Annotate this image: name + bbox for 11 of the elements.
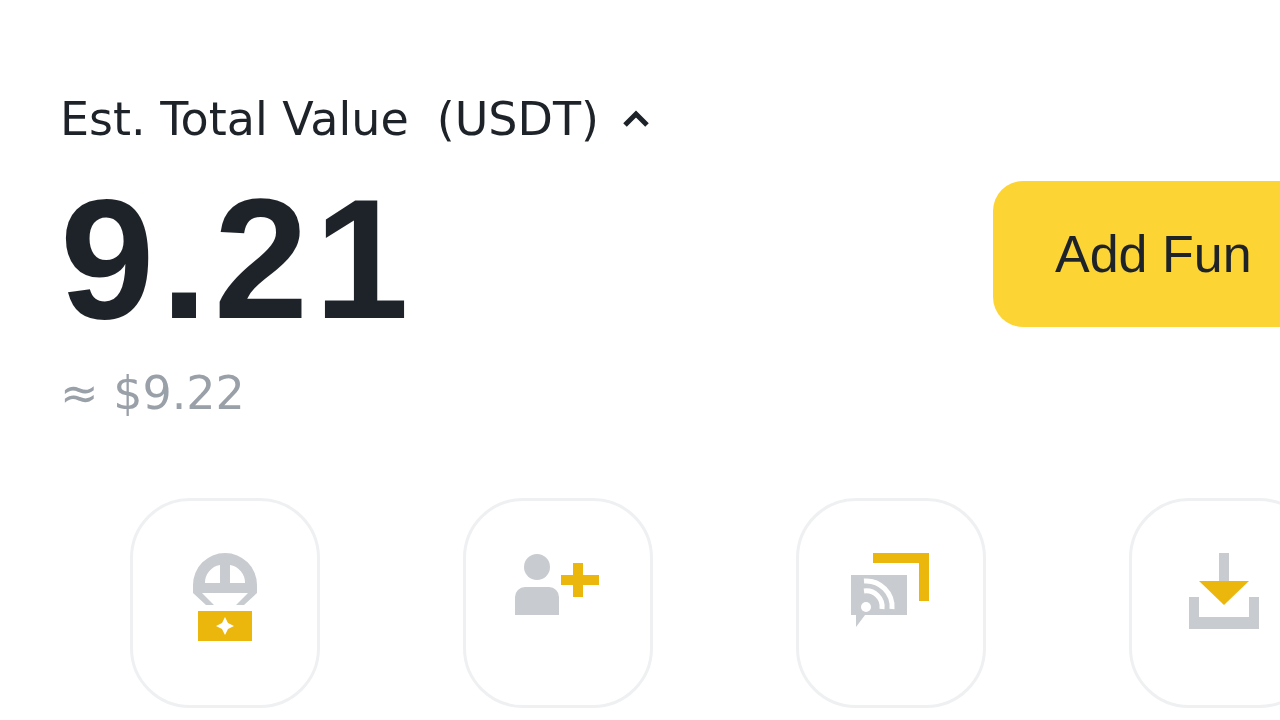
add-person-icon <box>515 553 601 615</box>
balance-value: 9.21 <box>60 184 415 334</box>
action-button[interactable] <box>796 498 986 708</box>
action-button[interactable] <box>463 498 653 708</box>
fiat-approx-value: ≈ $9.22 <box>60 366 246 420</box>
action-button[interactable] <box>1129 498 1280 708</box>
balance-title: Est. Total Value <box>60 92 409 146</box>
add-funds-button[interactable]: Add Fun <box>993 181 1280 327</box>
action-button[interactable] <box>130 498 320 708</box>
currency-label: (USDT) <box>436 92 599 146</box>
download-icon <box>1189 553 1259 629</box>
